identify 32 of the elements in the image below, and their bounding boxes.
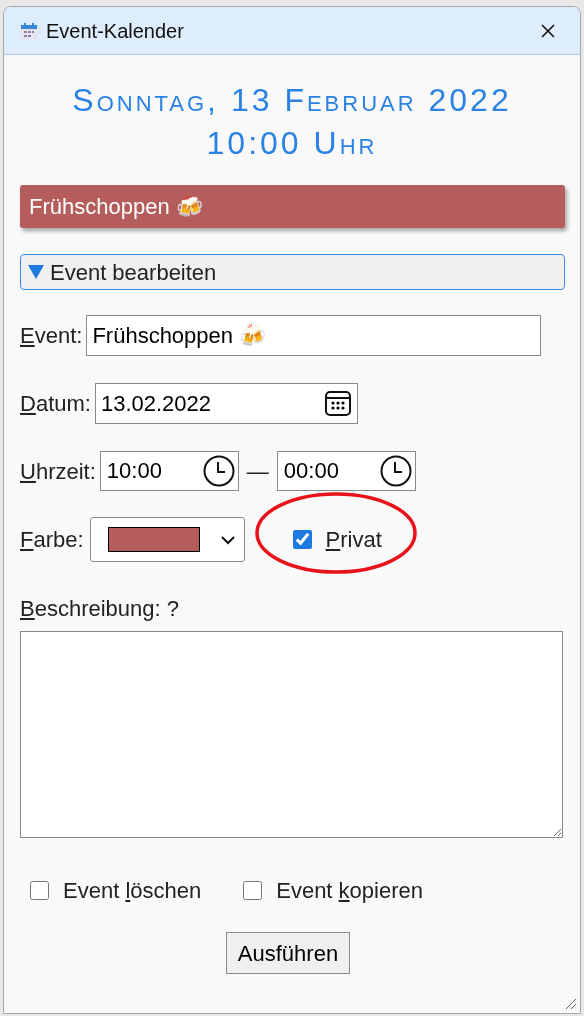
date-heading: Sonntag, 13 Februar 2022	[72, 81, 512, 120]
event-name-field[interactable]: Frühschoppen 🍻	[86, 315, 542, 356]
color-select[interactable]	[89, 517, 245, 562]
field-label: Beschreibung: ?	[20, 595, 179, 623]
time-field[interactable]: 00:00	[276, 451, 416, 491]
details-summary[interactable]: Event bearbeiten	[20, 254, 565, 290]
resize-grip-icon	[565, 998, 577, 1010]
clock-icon	[379, 455, 412, 487]
field-label: Event:	[20, 322, 83, 350]
field-label: Farbe:	[20, 526, 84, 554]
checkbox-label: Event löschen	[63, 877, 202, 905]
event-banner: Frühschoppen 🍻	[20, 185, 565, 228]
chevron-down-icon	[219, 534, 236, 545]
time-field[interactable]: 10:00	[99, 451, 239, 491]
clock-icon	[202, 455, 235, 487]
option-checkbox[interactable]	[243, 881, 263, 900]
checkbox-label: Event kopieren	[276, 877, 423, 905]
option-checkbox[interactable]	[30, 881, 49, 900]
window-title: Event-Kalender	[46, 18, 185, 44]
calendar-icon	[323, 389, 352, 417]
time-heading: 10:00 Uhr	[206, 124, 378, 163]
expanded-triangle-icon	[28, 265, 44, 279]
description-field[interactable]	[20, 631, 563, 838]
field-label: Datum:	[20, 390, 91, 418]
time-separator: —	[246, 457, 269, 486]
field-label: Uhrzeit:	[20, 457, 96, 486]
private-checkbox[interactable]	[292, 530, 312, 549]
date-field[interactable]: 13.02.2022	[94, 383, 358, 424]
close-icon	[540, 22, 556, 39]
checkbox-label: Privat	[325, 526, 382, 554]
submit-button[interactable]: Ausführen	[225, 932, 351, 974]
calendar-icon	[20, 21, 38, 40]
